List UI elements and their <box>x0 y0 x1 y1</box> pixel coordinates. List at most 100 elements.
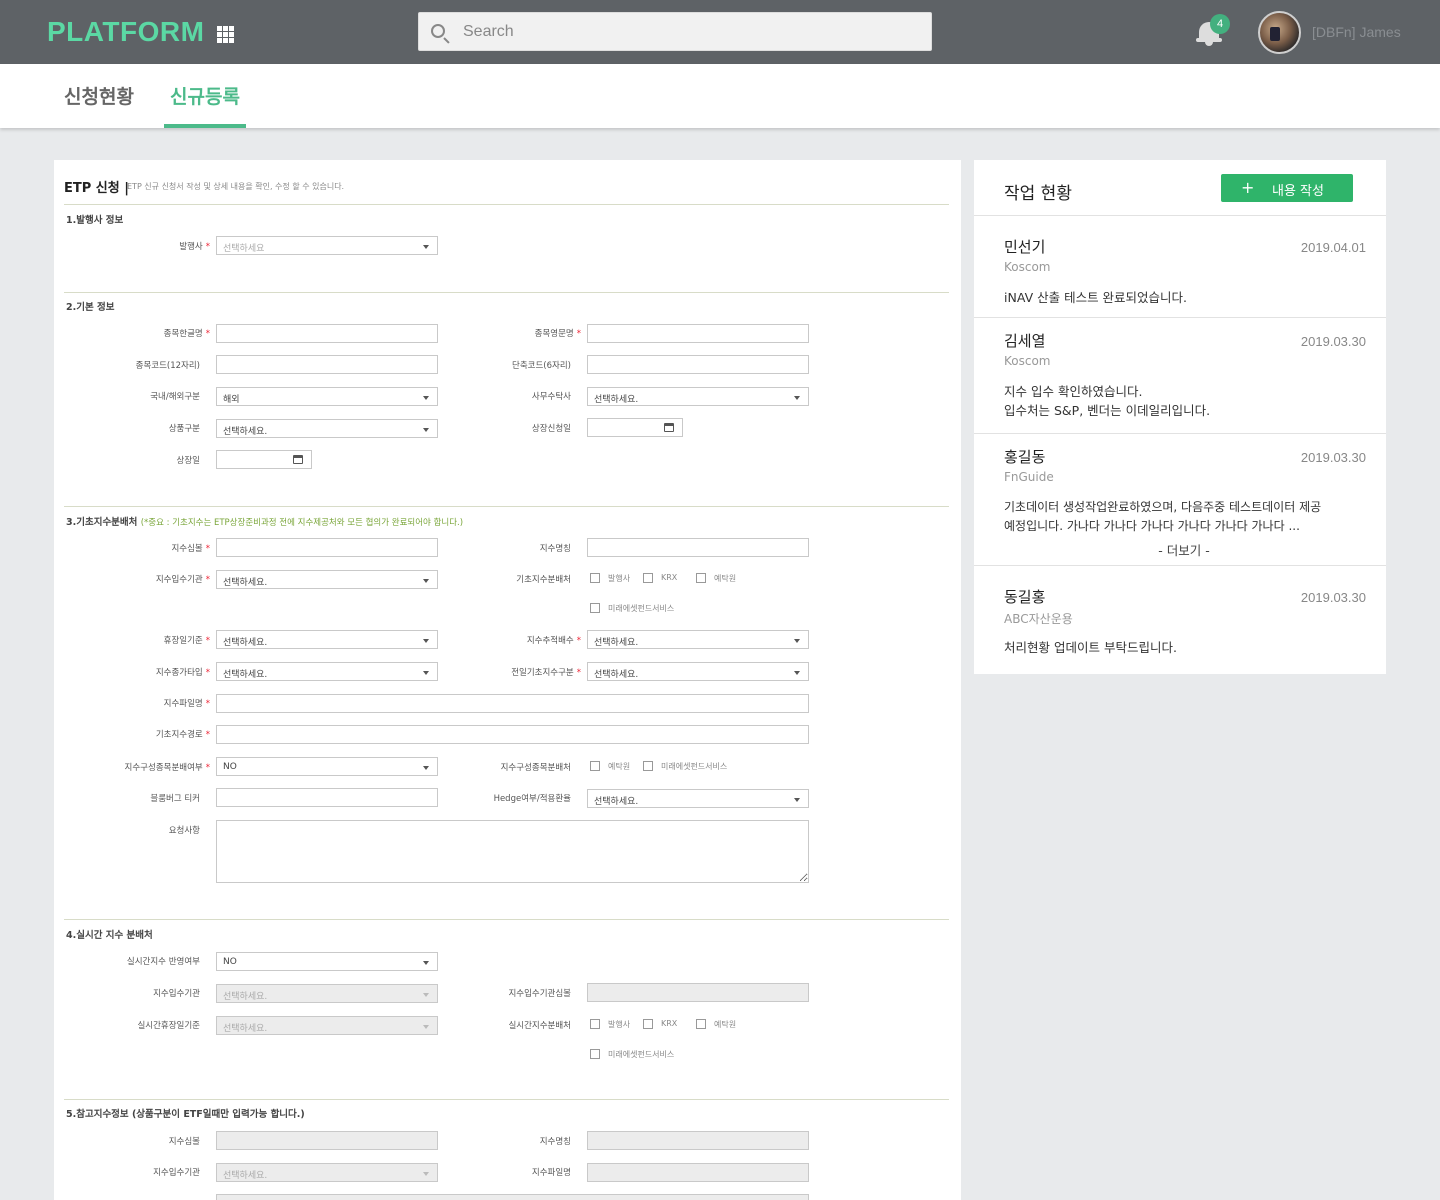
hedge-select[interactable]: 선택하세요. <box>587 789 809 808</box>
platform-logo[interactable]: PLATFORM <box>47 16 204 48</box>
plus-icon: + <box>1241 178 1255 197</box>
activity-message: 지수 입수 확인하였습니다. 입수처는 S&P, 벤더는 이데일리입니다. <box>1004 384 1211 418</box>
divider <box>974 317 1386 318</box>
rt-cb-issuer[interactable] <box>590 1019 600 1029</box>
tracking-select[interactable]: 선택하세요. <box>587 630 809 649</box>
price-type-select[interactable]: 선택하세요. <box>216 662 438 681</box>
search-input[interactable] <box>463 21 903 43</box>
rt-cb-krx-label: KRX <box>661 1019 678 1028</box>
activity-org: Koscom <box>1004 354 1051 368</box>
listing-apply-label: 상장신청일 <box>531 424 571 434</box>
trustee-label: 사무수탁사 <box>531 392 571 402</box>
path-input[interactable] <box>216 725 809 744</box>
ref-provider-label: 지수입수기관 <box>153 1168 200 1178</box>
kor-name-label: 종목한글명 * <box>163 329 210 339</box>
activity-author: 동길홍 <box>1004 588 1046 606</box>
activity-author: 홍길동 <box>1004 448 1046 466</box>
cb-issuer[interactable] <box>590 573 600 583</box>
bloomberg-input[interactable] <box>216 788 438 807</box>
provider-select[interactable]: 선택하세요. <box>216 570 438 589</box>
domestic-label: 국내/해외구분 <box>150 392 200 402</box>
distributor-label: 기초지수분배처 <box>516 575 571 585</box>
provider-label: 지수입수기관 * <box>155 575 210 585</box>
code12-label: 종목코드(12자리) <box>135 361 200 371</box>
activity-author: 민선기 <box>1004 238 1046 256</box>
listing-date-label: 상장일 <box>176 456 200 466</box>
avatar[interactable] <box>1258 11 1301 54</box>
kor-name-input[interactable] <box>216 324 438 343</box>
ref-symbol-label: 지수심볼 <box>168 1137 200 1147</box>
domestic-select[interactable]: 해외 <box>216 387 438 406</box>
cb-krx[interactable] <box>643 573 653 583</box>
cb-component-mirae-label: 미래에셋펀드서비스 <box>661 762 728 771</box>
add-content-button[interactable]: + 내용 작성 <box>1221 174 1353 202</box>
notification-badge: 4 <box>1210 14 1230 34</box>
price-type-label: 지수종가타입 * <box>155 668 210 678</box>
ref-index-name-input <box>587 1131 809 1150</box>
tab-application-status[interactable]: 신청현황 <box>64 82 134 109</box>
activity-message: 처리현황 업데이트 부탁드립니다. <box>1004 640 1177 655</box>
prev-day-select[interactable]: 선택하세요. <box>587 662 809 681</box>
section-1-title: 1.발행사 정보 <box>66 215 124 226</box>
cb-mirae[interactable] <box>590 603 600 613</box>
rt-cb-ksd[interactable] <box>696 1019 706 1029</box>
activity-date: 2019.03.30 <box>1300 590 1366 605</box>
code6-input[interactable] <box>587 355 809 374</box>
code6-label: 단축코드(6자리) <box>512 361 571 371</box>
listing-apply-date[interactable] <box>587 418 683 437</box>
component-dist-select[interactable]: NO <box>216 757 438 776</box>
symbol-input[interactable] <box>216 538 438 557</box>
prev-day-label: 전일기초지수구분 * <box>511 668 581 678</box>
code12-input[interactable] <box>216 355 438 374</box>
more-link[interactable]: - 더보기 - <box>1004 540 1364 559</box>
apps-grid-icon[interactable] <box>217 26 234 43</box>
cb-ksd-label: 예탁원 <box>714 574 737 583</box>
cb-mirae-label: 미래에셋펀드서비스 <box>608 604 675 613</box>
section-5-title: 5.참고지수정보 (상품구분이 ETF일때만 입력가능 합니다.) <box>66 1109 305 1120</box>
calendar-icon <box>293 455 303 464</box>
cb-component-ksd-label: 예탁원 <box>608 762 631 771</box>
tracking-label: 지수추적배수 * <box>526 636 581 646</box>
divider <box>974 565 1386 566</box>
issuer-select[interactable]: 선택하세요 <box>216 236 438 255</box>
cb-component-ksd[interactable] <box>590 761 600 771</box>
cb-ksd[interactable] <box>696 573 706 583</box>
file-name-input[interactable] <box>216 694 809 713</box>
rt-cb-ksd-label: 예탁원 <box>714 1020 737 1029</box>
form-subtitle: ETP 신규 신청서 작성 및 상세 내용을 확인, 수정 할 수 있습니다. <box>127 182 345 191</box>
path-label: 기초지수경로 * <box>155 730 210 740</box>
issuer-label: 발행사 * <box>179 242 210 252</box>
eng-name-input[interactable] <box>587 324 809 343</box>
divider <box>64 919 949 920</box>
etp-form-panel: ETP 신청 | ETP 신규 신청서 작성 및 상세 내용을 확인, 수정 할… <box>54 160 961 1200</box>
listing-date[interactable] <box>216 450 312 469</box>
tab-new-registration[interactable]: 신규등록 <box>170 82 240 109</box>
product-type-select[interactable]: 선택하세요. <box>216 419 438 438</box>
search-box <box>418 12 932 51</box>
divider <box>974 215 1386 216</box>
activity-org: Koscom <box>1004 260 1051 274</box>
rt-cb-krx[interactable] <box>643 1019 653 1029</box>
index-name-label: 지수명칭 <box>539 544 571 554</box>
rt-cb-mirae[interactable] <box>590 1049 600 1059</box>
eng-name-label: 종목영문명 * <box>534 329 581 339</box>
trustee-select[interactable]: 선택하세요. <box>587 387 809 406</box>
search-icon <box>431 24 445 38</box>
activity-panel: 작업 현황 + 내용 작성 민선기 2019.04.01 Koscom iNAV… <box>974 160 1386 674</box>
reflect-select[interactable]: NO <box>216 952 438 971</box>
cb-component-mirae[interactable] <box>643 761 653 771</box>
ref-provider-select: 선택하세요. <box>216 1163 438 1182</box>
bloomberg-label: 블룸버그 티커 <box>150 794 200 804</box>
rt-cb-mirae-label: 미래에셋펀드서비스 <box>608 1050 675 1059</box>
activity-date: 2019.03.30 <box>1300 450 1366 465</box>
index-name-input[interactable] <box>587 538 809 557</box>
username[interactable]: [DBFn] James <box>1312 24 1401 40</box>
activity-date: 2019.04.01 <box>1300 240 1366 255</box>
activity-org: ABC자산운용 <box>1004 612 1073 626</box>
holiday-select[interactable]: 선택하세요. <box>216 630 438 649</box>
ref-index-name-label: 지수명칭 <box>539 1137 571 1147</box>
rt-distributor-label: 실시간지수분배처 <box>508 1021 571 1031</box>
tab-bar: 신청현황 신규등록 <box>0 64 1440 128</box>
request-textarea[interactable] <box>216 820 809 883</box>
component-dist-label: 지수구성종목분배여부 * <box>124 763 210 773</box>
